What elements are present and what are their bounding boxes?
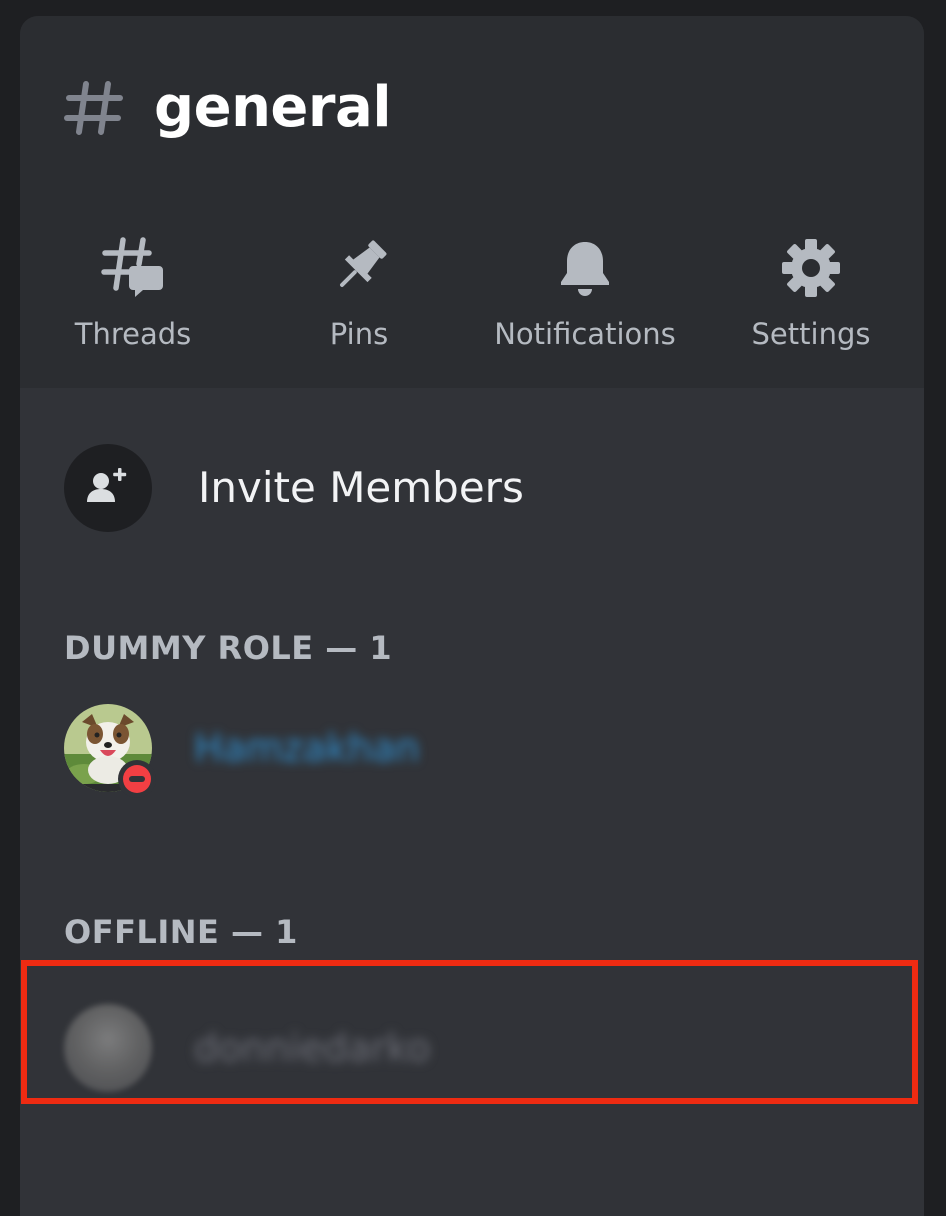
- offline-section-header: OFFLINE — 1: [64, 913, 298, 951]
- channel-actions: Threads Pins Notifications Settings: [20, 236, 924, 349]
- invite-members-label: Invite Members: [198, 463, 524, 512]
- bell-icon: [553, 236, 617, 300]
- highlight-annotation: [21, 960, 918, 1104]
- threads-button[interactable]: Threads: [20, 236, 246, 349]
- gear-icon: [779, 236, 843, 300]
- role-section-header: DUMMY ROLE — 1: [64, 629, 393, 667]
- channel-name: general: [154, 75, 392, 140]
- invite-avatar: [64, 444, 152, 532]
- notifications-button[interactable]: Notifications: [472, 236, 698, 349]
- pin-icon: [327, 236, 391, 300]
- invite-members-button[interactable]: Invite Members: [64, 444, 884, 532]
- notifications-label: Notifications: [494, 317, 676, 351]
- member-row[interactable]: Hamzakhan: [64, 704, 884, 798]
- dnd-status-icon: [118, 760, 156, 798]
- channel-header: general Threads Pins Notifications Setti…: [20, 16, 924, 388]
- add-user-icon: [85, 466, 131, 510]
- avatar: [64, 704, 156, 798]
- pins-button[interactable]: Pins: [246, 236, 472, 349]
- threads-icon: [101, 236, 165, 300]
- threads-label: Threads: [74, 317, 192, 351]
- channel-title-row: general: [64, 75, 392, 140]
- pins-label: Pins: [329, 317, 389, 351]
- member-name: Hamzakhan: [194, 726, 420, 770]
- settings-button[interactable]: Settings: [698, 236, 924, 349]
- settings-label: Settings: [751, 317, 871, 351]
- hash-icon: [64, 78, 124, 138]
